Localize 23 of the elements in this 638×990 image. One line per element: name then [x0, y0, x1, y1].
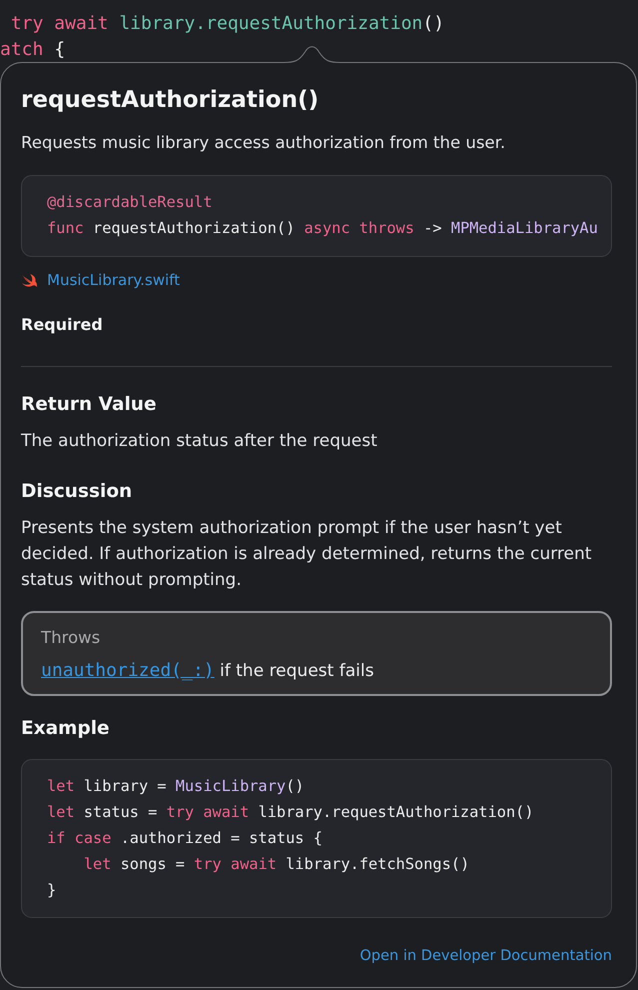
symbol-title: requestAuthorization(): [21, 86, 320, 114]
section-heading: Example: [21, 717, 110, 741]
summary-text: Requests music library access authorization from the user.: [21, 132, 506, 154]
callout-heading: Throws: [41, 627, 102, 649]
error-link[interactable]: unauthorized(_:): [41, 660, 214, 681]
section-text: The authorization status after the request: [21, 430, 378, 453]
code-line: if case .authorized = status {: [47, 828, 322, 849]
code-line: }: [47, 880, 56, 901]
section-heading: Return Value: [21, 393, 158, 417]
required-label: Required: [21, 314, 104, 336]
section-text: Presents the system authorization prompt if the user hasn’t yet decided. If authorization is already determined, returns the current status without prompting.: [21, 517, 593, 592]
code-line: let status = try await library.requestAuthorization(): [47, 802, 534, 823]
code-line: let library = MusicLibrary(): [47, 776, 304, 797]
source-file-link[interactable]: MusicLibrary.swift: [47, 269, 180, 291]
code-line: atch {: [0, 38, 66, 62]
throws-description: unauthorized(_:) if the request fails: [41, 659, 375, 683]
code-line: func requestAuthorization() async throws -> MPMediaLibraryAu: [47, 218, 598, 239]
code-line: @discardableResult: [47, 192, 212, 213]
documentation-link[interactable]: Open in Developer Documentation: [360, 945, 612, 967]
section-heading: Discussion: [21, 480, 134, 504]
bird-icon: [22, 274, 37, 286]
code-line: try await library.requestAuthorization(): [10, 12, 444, 36]
code-line: let songs = try await library.fetchSongs(): [82, 854, 470, 875]
